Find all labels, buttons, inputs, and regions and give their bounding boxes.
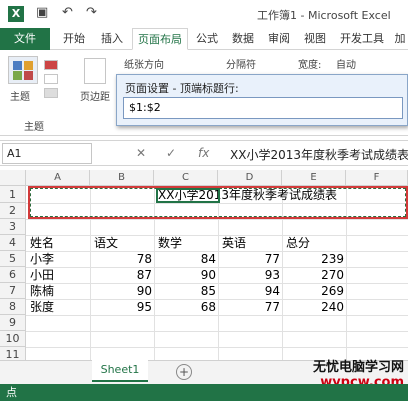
row-header[interactable]: 1 (0, 186, 26, 203)
header-cell-english[interactable]: 英语 (222, 235, 246, 251)
breaks-button[interactable]: 分隔符 (226, 56, 256, 71)
data-cell[interactable]: 小李 (30, 251, 54, 267)
ribbon-tabs: 文件 开始 插入 页面布局 公式 数据 审阅 视图 开发工具 加 (0, 28, 408, 50)
gridline (26, 315, 408, 316)
data-cell[interactable]: 95 (90, 299, 152, 315)
row-header[interactable]: 11 (0, 347, 26, 360)
tab-home[interactable]: 开始 (56, 28, 92, 50)
row-header[interactable]: 7 (0, 283, 26, 299)
data-cell[interactable]: 小田 (30, 267, 54, 283)
gridline (26, 235, 408, 236)
gridline (26, 299, 408, 300)
themes-label: 主题 (10, 92, 30, 103)
gridline (26, 251, 408, 252)
row-header[interactable]: 2 (0, 203, 26, 219)
active-cell-indicator (156, 188, 220, 203)
select-all-corner[interactable] (0, 170, 26, 186)
data-cell[interactable]: 85 (154, 283, 216, 299)
themes-button[interactable] (8, 56, 38, 84)
width-select[interactable]: 自动 (336, 56, 356, 71)
rows-to-repeat-input[interactable]: $1:$2 (123, 97, 403, 119)
undo-icon[interactable]: ↶ (62, 5, 73, 20)
ribbon-group-label: 主题 (24, 122, 44, 133)
effects-icon[interactable] (44, 88, 58, 98)
row-header[interactable]: 10 (0, 331, 26, 347)
data-cell[interactable]: 240 (282, 299, 344, 315)
width-label: 宽度: (298, 60, 322, 71)
name-box[interactable]: A1 (2, 143, 92, 164)
watermark-line1: 无忧电脑学习网 (312, 360, 404, 375)
gridline (26, 283, 408, 284)
data-cell[interactable]: 68 (154, 299, 216, 315)
gridline (26, 267, 408, 268)
column-header[interactable]: E (282, 170, 346, 186)
status-mode: 点 (6, 386, 17, 399)
row-header[interactable]: 5 (0, 251, 26, 267)
data-cell[interactable]: 93 (218, 267, 280, 283)
data-cell[interactable]: 84 (154, 251, 216, 267)
insert-function-icon[interactable]: fx (198, 146, 209, 160)
header-cell-math[interactable]: 数学 (158, 235, 182, 251)
column-header[interactable]: C (154, 170, 218, 186)
header-cell-chinese[interactable]: 语文 (94, 235, 118, 251)
print-titles-dialog: 页面设置 - 顶端标题行: $1:$2 (116, 74, 408, 126)
save-icon[interactable]: ▣ (36, 5, 48, 20)
tab-insert[interactable]: 插入 (94, 28, 130, 50)
cancel-icon[interactable]: ✕ (136, 146, 146, 160)
data-cell[interactable]: 269 (282, 283, 344, 299)
gridline (26, 219, 408, 220)
colors-icon[interactable] (44, 60, 58, 70)
data-cell[interactable]: 239 (282, 251, 344, 267)
data-cell[interactable]: 270 (282, 267, 344, 283)
row-header[interactable]: 9 (0, 315, 26, 331)
data-cell[interactable]: 77 (218, 299, 280, 315)
formula-bar: A1 ✕ ✓ fx XX小学2013年度秋季考试成绩表 (0, 140, 408, 166)
gridline (26, 331, 408, 332)
header-cell-name[interactable]: 姓名 (30, 235, 54, 251)
margins-label: 页边距 (80, 92, 110, 103)
themes-icon (13, 61, 33, 80)
gridline (26, 347, 408, 348)
tab-data[interactable]: 数据 (226, 28, 260, 50)
fonts-icon[interactable] (44, 74, 58, 84)
orientation-button[interactable]: 纸张方向 (124, 56, 164, 71)
row-header[interactable]: 6 (0, 267, 26, 283)
tab-file[interactable]: 文件 (0, 28, 50, 50)
add-sheet-icon[interactable]: + (176, 364, 192, 380)
data-cell[interactable]: 90 (154, 267, 216, 283)
margins-icon[interactable] (84, 58, 106, 84)
data-cell[interactable]: 90 (90, 283, 152, 299)
data-cell[interactable]: 87 (90, 267, 152, 283)
column-header[interactable]: D (218, 170, 282, 186)
tab-addins[interactable]: 加 (392, 28, 408, 50)
column-header[interactable]: F (346, 170, 408, 186)
header-cell-total[interactable]: 总分 (286, 235, 310, 251)
excel-app-icon: X (8, 6, 24, 22)
data-cell[interactable]: 94 (218, 283, 280, 299)
data-cell[interactable]: 77 (218, 251, 280, 267)
tab-view[interactable]: 视图 (298, 28, 332, 50)
window-title: 工作簿1 - Microsoft Excel (257, 9, 391, 22)
status-bar: 点 (0, 384, 408, 401)
formula-content[interactable]: XX小学2013年度秋季考试成绩表 (230, 146, 408, 163)
row-header[interactable]: 4 (0, 235, 26, 251)
tab-developer[interactable]: 开发工具 (334, 28, 390, 50)
row-header[interactable]: 8 (0, 299, 26, 315)
tab-formulas[interactable]: 公式 (190, 28, 224, 50)
row-header[interactable]: 3 (0, 219, 26, 235)
tab-page-layout[interactable]: 页面布局 (132, 28, 188, 50)
column-header[interactable]: B (90, 170, 154, 186)
dialog-title: 页面设置 - 顶端标题行: (125, 82, 239, 95)
data-cell[interactable]: 78 (90, 251, 152, 267)
enter-icon[interactable]: ✓ (166, 146, 176, 160)
sheet-tab-sheet1[interactable]: Sheet1 (92, 360, 148, 382)
tab-review[interactable]: 审阅 (262, 28, 296, 50)
data-cell[interactable]: 陈楠 (30, 283, 54, 299)
column-header[interactable]: A (26, 170, 90, 186)
redo-icon[interactable]: ↷ (86, 5, 97, 20)
data-cell[interactable]: 张度 (30, 299, 54, 315)
title-bar: X ▣ ↶ ↷ 工作簿1 - Microsoft Excel (0, 0, 408, 28)
